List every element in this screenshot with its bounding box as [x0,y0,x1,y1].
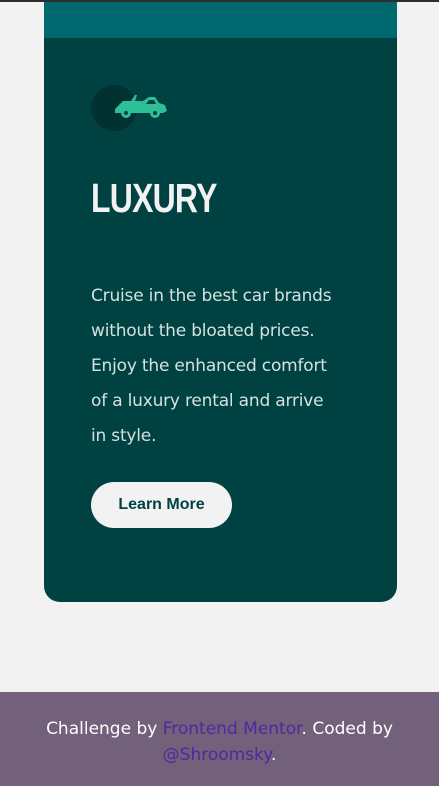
suvs-card-bottom-edge [44,2,397,38]
footer-middle: . Coded by [301,719,393,739]
car-icon [91,85,171,133]
attribution-footer: Challenge by Frontend Mentor. Coded by @… [0,692,439,786]
learn-more-button[interactable]: Learn More [91,482,232,528]
card-stack: LUXURY Cruise in the best car brands wit… [44,2,397,602]
footer-prefix: Challenge by [46,719,163,739]
footer-suffix: . [270,745,277,765]
car-icon-svg [115,95,167,118]
luxury-card: LUXURY Cruise in the best car brands wit… [44,38,397,602]
author-link[interactable]: @Shroomsky [163,745,271,765]
card-title: LUXURY [91,175,217,221]
frontend-mentor-link[interactable]: Frontend Mentor [163,719,302,739]
card-description: Cruise in the best car brands without th… [91,286,332,446]
